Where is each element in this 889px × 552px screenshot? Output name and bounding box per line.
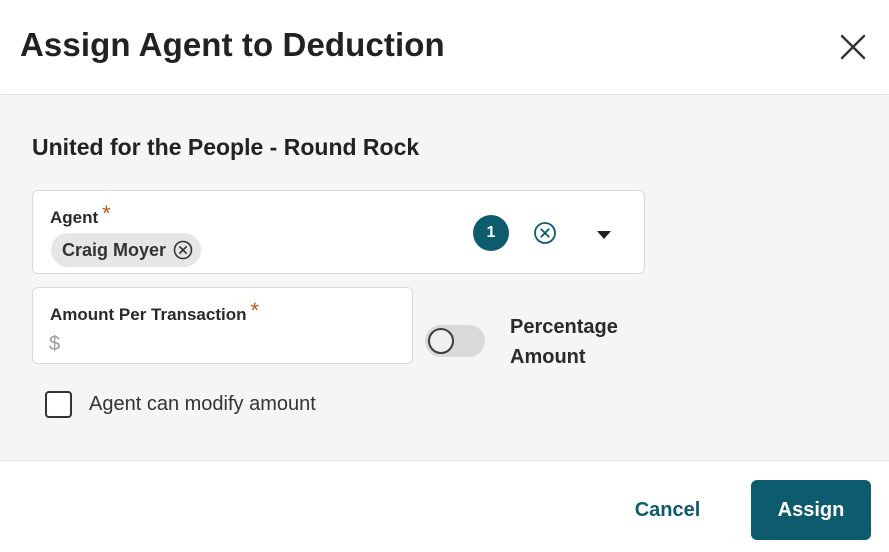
- caret-down-icon: [597, 231, 611, 239]
- required-mark: *: [250, 298, 260, 323]
- dialog-title: Assign Agent to Deduction: [20, 26, 445, 63]
- dialog-header: Assign Agent to Deduction: [0, 0, 889, 95]
- dropdown-toggle[interactable]: [596, 227, 612, 239]
- circle-x-icon: [173, 240, 193, 260]
- amount-label: Amount Per Transaction: [50, 305, 247, 324]
- required-mark: *: [102, 201, 111, 226]
- agent-select[interactable]: Agent * Craig Moyer 1: [32, 190, 645, 274]
- agent-label-wrap: Agent *: [50, 201, 111, 229]
- assign-button[interactable]: Assign: [751, 480, 871, 540]
- dialog-body: United for the People - Round Rock Agent…: [0, 96, 889, 460]
- deduction-name: United for the People - Round Rock: [32, 134, 420, 160]
- selected-count-badge: 1: [473, 215, 509, 251]
- amount-label-wrap: Amount Per Transaction *: [50, 298, 260, 326]
- dialog-footer: Cancel Assign: [0, 460, 889, 552]
- amount-input[interactable]: [49, 330, 389, 358]
- clear-selection-button[interactable]: [533, 221, 557, 245]
- chip-remove-button[interactable]: [173, 240, 193, 260]
- amount-field: Amount Per Transaction *: [32, 287, 413, 364]
- percentage-toggle[interactable]: [425, 325, 485, 357]
- assign-agent-dialog: Assign Agent to Deduction United for the…: [0, 0, 889, 552]
- cancel-button[interactable]: Cancel: [620, 480, 715, 540]
- agent-chip-label: Craig Moyer: [62, 239, 167, 260]
- close-button[interactable]: [834, 28, 872, 66]
- agent-label: Agent: [50, 208, 99, 227]
- modify-amount-checkbox[interactable]: [45, 391, 72, 418]
- agent-chip: Craig Moyer: [51, 233, 202, 267]
- toggle-knob: [428, 328, 454, 354]
- percentage-toggle-label: Percentage Amount: [510, 316, 618, 368]
- modify-amount-label: Agent can modify amount: [89, 393, 316, 415]
- circle-x-icon: [534, 222, 556, 244]
- close-icon: [840, 34, 866, 60]
